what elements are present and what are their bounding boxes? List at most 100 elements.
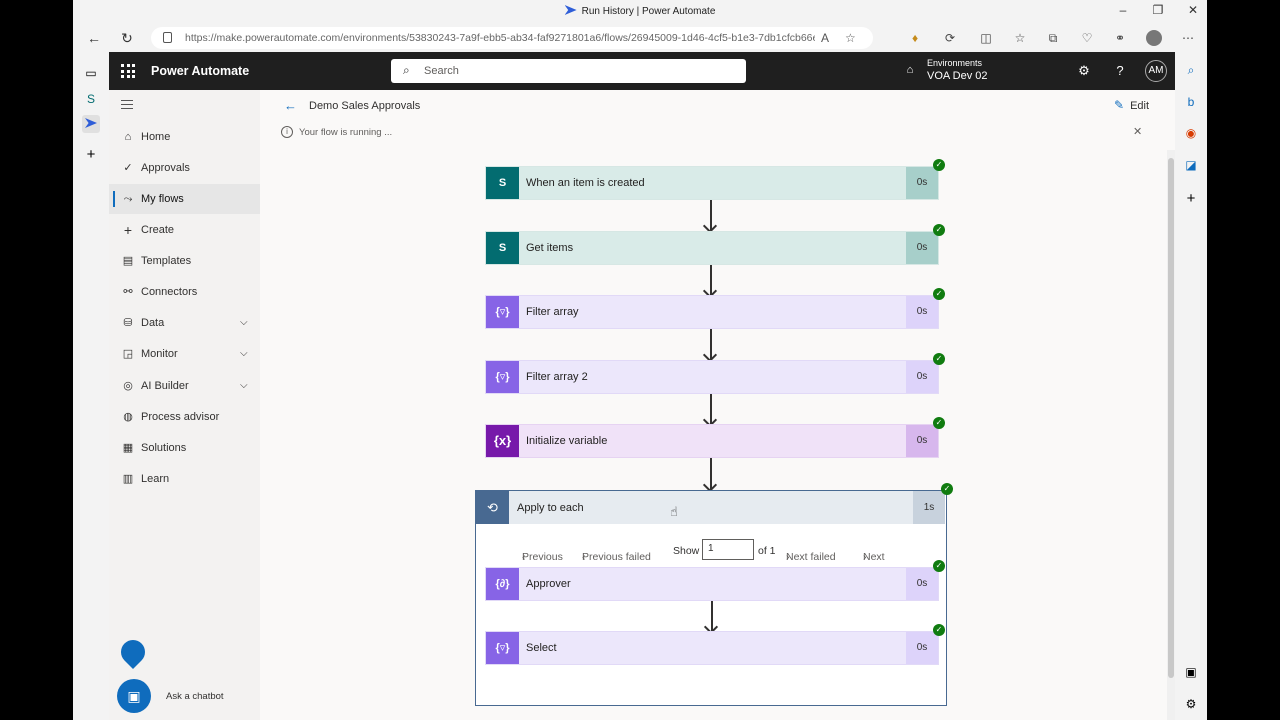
step-approver[interactable]: {∂} Approver 0s ✓ bbox=[485, 560, 945, 601]
nav-item-templates[interactable]: ▤ Templates bbox=[109, 246, 260, 276]
edit-button[interactable]: ✎ Edit bbox=[1114, 98, 1149, 112]
lock-icon bbox=[163, 32, 172, 43]
solutions-icon: ▦ bbox=[122, 442, 134, 454]
url-path: /environments/53830243-7a9f-ebb5-ab34-fa… bbox=[340, 32, 815, 44]
nav-item-home[interactable]: ⌂ Home bbox=[109, 122, 260, 152]
profile-icon[interactable] bbox=[1146, 30, 1162, 46]
split-screen-icon[interactable]: ◫ bbox=[978, 30, 994, 46]
nav-item-approvals[interactable]: ✓ Approvals bbox=[109, 153, 260, 183]
minimize-button[interactable]: – bbox=[1114, 3, 1132, 17]
maximize-button[interactable]: ❐ bbox=[1149, 3, 1167, 17]
chevron-down-icon[interactable]: ⌵ bbox=[240, 348, 248, 359]
nav-label: Templates bbox=[141, 255, 192, 267]
power-automate-app: Power Automate ⌕ Search ⌂ Environments V… bbox=[109, 52, 1175, 720]
url-text[interactable]: https://make.powerautomate.com/environme… bbox=[185, 32, 815, 44]
refresh-extension-icon[interactable]: ⟳ bbox=[942, 30, 958, 46]
sharepoint-tab-icon[interactable]: S bbox=[82, 90, 100, 108]
environment-icon[interactable]: ⌂ bbox=[903, 64, 917, 78]
share-icon[interactable]: ⚭ bbox=[1112, 30, 1128, 46]
search-sidebar-icon[interactable]: ⌕ bbox=[1183, 62, 1199, 78]
nav-item-connectors[interactable]: ⚯ Connectors bbox=[109, 277, 260, 307]
success-check-icon: ✓ bbox=[933, 417, 945, 429]
nav-item-my-flows[interactable]: ⤳ My flows bbox=[109, 184, 260, 214]
help-icon[interactable]: ? bbox=[1112, 63, 1128, 79]
nav-label: Approvals bbox=[141, 162, 190, 174]
step-get-items[interactable]: S Get items 0s ✓ bbox=[485, 224, 945, 265]
environment-label[interactable]: Environments bbox=[927, 58, 982, 68]
success-check-icon: ✓ bbox=[933, 224, 945, 236]
add-sidebar-icon[interactable]: + bbox=[1183, 191, 1199, 207]
chevron-down-icon[interactable]: ⌵ bbox=[240, 380, 248, 391]
step-when-item-created[interactable]: S When an item is created 0s ✓ bbox=[485, 159, 945, 200]
nav-item-solutions[interactable]: ▦ Solutions bbox=[109, 433, 260, 463]
favorite-star-icon[interactable]: ☆ bbox=[845, 31, 856, 45]
nav-item-process-advisor[interactable]: ◍ Process advisor bbox=[109, 402, 260, 432]
nav-item-ai-builder[interactable]: ◎ AI Builder ⌵ bbox=[109, 371, 260, 401]
chat-icon: ▣ bbox=[127, 688, 141, 704]
settings-sidebar-icon[interactable]: ⚙ bbox=[1183, 696, 1199, 712]
search-icon: ⌕ bbox=[403, 63, 410, 77]
bing-icon[interactable]: b bbox=[1183, 94, 1199, 110]
environment-value[interactable]: VOA Dev 02 bbox=[927, 70, 988, 82]
office-icon[interactable]: ◉ bbox=[1183, 125, 1199, 141]
step-select[interactable]: {▿} Select 0s ✓ bbox=[485, 624, 945, 665]
nav-label: Connectors bbox=[141, 286, 198, 298]
info-bar: i Your flow is running ... ✕ bbox=[273, 123, 1153, 143]
read-aloud-icon[interactable]: A bbox=[821, 31, 829, 45]
copilot-icon[interactable]: ♡ bbox=[1079, 30, 1095, 46]
success-check-icon: ✓ bbox=[933, 288, 945, 300]
collections-icon[interactable]: ⧉ bbox=[1045, 30, 1061, 46]
settings-gear-icon[interactable]: ⚙ bbox=[1076, 63, 1092, 79]
more-options-icon[interactable]: ⋯ bbox=[1180, 30, 1196, 46]
chevron-down-icon[interactable]: ⌵ bbox=[240, 317, 248, 328]
chatbot-label[interactable]: Ask a chatbot bbox=[166, 691, 224, 702]
avatar[interactable]: AM bbox=[1145, 60, 1167, 82]
chat-bubble-icon[interactable] bbox=[116, 635, 150, 669]
iteration-number-input[interactable]: 1 bbox=[702, 539, 754, 560]
step-filter-array-2[interactable]: {▿} Filter array 2 0s ✓ bbox=[485, 353, 945, 394]
new-tab-icon[interactable]: + bbox=[82, 146, 100, 164]
apply-to-each-container[interactable]: ⟲ Apply to each 1s ✓ ‹ Previous ‹ Previo… bbox=[475, 483, 953, 706]
nav-label: AI Builder bbox=[141, 380, 189, 392]
connector-arrow bbox=[710, 329, 712, 359]
refresh-icon[interactable]: ↻ bbox=[118, 29, 136, 47]
success-check-icon: ✓ bbox=[933, 560, 945, 572]
back-arrow-icon[interactable]: ← bbox=[284, 98, 297, 113]
hamburger-menu-icon[interactable] bbox=[121, 100, 133, 112]
chatbot-button[interactable]: ▣ bbox=[117, 679, 151, 713]
back-icon[interactable]: ← bbox=[85, 29, 103, 47]
scrollbar[interactable] bbox=[1167, 150, 1175, 720]
outlook-icon[interactable]: ◪ bbox=[1183, 157, 1199, 173]
info-text: Your flow is running ... bbox=[299, 127, 393, 138]
left-nav: ⌂ Home ✓ Approvals ⤳ My flows + Create ▤… bbox=[109, 90, 260, 720]
browser-toolbar: ← ↻ https://make.powerautomate.com/envir… bbox=[73, 24, 1207, 52]
apply-to-each-duration: 1s bbox=[913, 491, 945, 524]
step-duration: 0s bbox=[906, 296, 938, 328]
close-icon[interactable]: ✕ bbox=[1133, 125, 1142, 138]
power-automate-logo-icon bbox=[564, 5, 577, 15]
close-window-button[interactable]: ✕ bbox=[1184, 3, 1202, 17]
variable-icon: {x} bbox=[486, 425, 519, 457]
favorites-icon[interactable]: ☆ bbox=[1012, 30, 1028, 46]
nav-item-learn[interactable]: ▥ Learn bbox=[109, 464, 260, 494]
nav-item-monitor[interactable]: ◲ Monitor ⌵ bbox=[109, 339, 260, 369]
search-box[interactable]: ⌕ Search bbox=[391, 59, 746, 83]
home-icon: ⌂ bbox=[124, 131, 132, 143]
nav-label: My flows bbox=[141, 193, 184, 205]
scrollbar-thumb[interactable] bbox=[1168, 158, 1174, 678]
extension-icon[interactable]: ♦ bbox=[907, 30, 923, 46]
step-duration: 0s bbox=[906, 167, 938, 199]
tab-title-text: Run History | Power Automate bbox=[581, 6, 716, 17]
nav-item-data[interactable]: ⛁ Data ⌵ bbox=[109, 308, 260, 338]
hide-sidebar-icon[interactable]: ▣ bbox=[1183, 664, 1199, 680]
apply-to-each-header[interactable]: ⟲ Apply to each 1s ✓ bbox=[476, 483, 953, 524]
app-name[interactable]: Power Automate bbox=[151, 64, 249, 78]
app-launcher-icon[interactable] bbox=[121, 64, 135, 78]
address-bar[interactable]: https://make.powerautomate.com/environme… bbox=[151, 27, 873, 49]
previous-label: Previous bbox=[522, 551, 563, 563]
step-filter-array[interactable]: {▿} Filter array 0s ✓ bbox=[485, 288, 945, 329]
step-initialize-variable[interactable]: {x} Initialize variable 0s ✓ bbox=[485, 417, 945, 458]
tab-actions-icon[interactable]: ▭ bbox=[82, 64, 100, 82]
nav-item-create[interactable]: + Create bbox=[109, 215, 260, 245]
power-automate-tab-icon[interactable] bbox=[82, 115, 100, 133]
